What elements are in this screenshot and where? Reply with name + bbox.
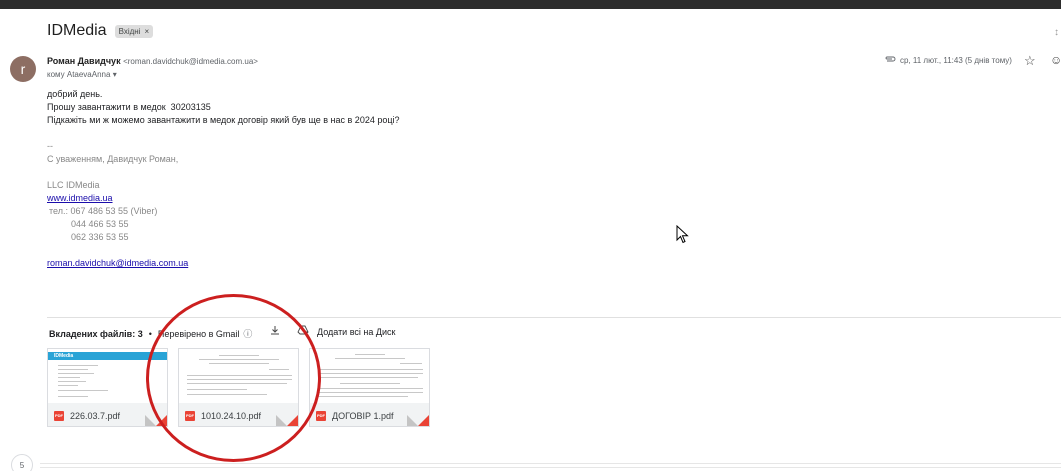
- expand-icon[interactable]: ↕: [1054, 27, 1059, 38]
- sender-line: Роман Давидчук <roman.davidchuk@idmedia.…: [47, 56, 258, 66]
- thumb-text-line: [355, 354, 385, 355]
- thumb-text-line: [58, 390, 108, 391]
- thumb-text-line: [340, 383, 400, 384]
- body-line: добрий день.: [47, 89, 103, 99]
- signature-phone: 062 336 53 55: [71, 232, 129, 242]
- pdf-icon: PDF: [316, 410, 326, 421]
- attachment-tile[interactable]: PDF ДОГОВІР 1.pdf: [309, 348, 430, 427]
- subject-row: IDMedia Вхідні ×: [47, 22, 154, 40]
- attachment-filename: 226.03.7.pdf: [70, 410, 121, 421]
- corner-fold: [145, 415, 156, 426]
- pdf-icon: PDF: [54, 410, 64, 421]
- thread-divider: [40, 467, 1061, 468]
- attachments-count: Вкладених файлів: 3: [49, 328, 143, 339]
- inbox-label-text: Вхідні: [118, 26, 141, 36]
- thumb-text-line: [318, 392, 423, 393]
- remove-label-icon[interactable]: ×: [144, 27, 149, 36]
- corner-fold: [407, 415, 418, 426]
- sender-name[interactable]: Роман Давидчук: [47, 56, 121, 66]
- recipient-line[interactable]: кому AtaevaAnna ▾: [47, 70, 117, 79]
- window-top-bar: [0, 0, 1061, 9]
- sender-email: <roman.davidchuk@idmedia.com.ua>: [123, 57, 258, 66]
- recipient-text: кому AtaevaAnna: [47, 70, 111, 79]
- star-icon[interactable]: ☆: [1024, 53, 1036, 69]
- annotation-circle: [146, 294, 321, 462]
- inbox-label-chip[interactable]: Вхідні ×: [114, 24, 154, 38]
- emoji-icon[interactable]: ☺: [1050, 53, 1061, 67]
- body-line: Прошу завантажити в медок 30203135: [47, 102, 211, 112]
- message-meta: ср, 11 лют., 11:43 (5 днів тому): [884, 55, 1012, 66]
- thumb-text-line: [58, 365, 98, 366]
- thread-divider: [40, 463, 1061, 464]
- signature-phone: тел.: 067 486 53 55 (Viber): [49, 206, 158, 216]
- thumb-text-line: [335, 358, 405, 359]
- message-date: ср, 11 лют., 11:43 (5 днів тому): [900, 56, 1012, 65]
- corner-flag: [418, 415, 429, 426]
- thumb-text-line: [58, 381, 86, 382]
- mouse-cursor-icon: [676, 224, 690, 250]
- separator-dot: •: [148, 328, 152, 339]
- thumb-text-line: [400, 363, 422, 364]
- paperclip-icon: [884, 55, 896, 66]
- chevron-down-icon[interactable]: ▾: [113, 70, 117, 79]
- thumb-text-line: [58, 385, 78, 386]
- thumb-text-line: [318, 373, 423, 374]
- thumb-text-line: [58, 373, 94, 374]
- thumb-text-line: [58, 377, 80, 378]
- attachment-thumbnail: [310, 349, 429, 403]
- signature-separator: --: [47, 141, 53, 151]
- signature-phone: 044 466 53 55: [71, 219, 129, 229]
- thumb-logo: IDMedia: [54, 353, 74, 359]
- thumb-text-line: [58, 369, 88, 370]
- signature-company: LLC IDMedia: [47, 180, 100, 190]
- thumb-text-line: [58, 396, 88, 397]
- thumb-text-line: [318, 369, 423, 370]
- add-all-to-drive-button[interactable]: Додати всі на Диск: [317, 327, 395, 337]
- thumb-text-line: [318, 396, 408, 397]
- signature-greeting: С уваженням, Давидчук Роман,: [47, 154, 179, 164]
- collapsed-messages-count[interactable]: 5: [11, 454, 33, 471]
- avatar[interactable]: r: [10, 56, 36, 82]
- body-line: Підкажіть ми ж можемо завантажити в медо…: [47, 115, 400, 125]
- email-subject: IDMedia: [47, 22, 107, 39]
- attachment-filename: ДОГОВІР 1.pdf: [332, 410, 394, 421]
- message-body: добрий день. Прошу завантажити в медок 3…: [47, 88, 400, 270]
- email-link[interactable]: roman.davidchuk@idmedia.com.ua: [47, 258, 188, 268]
- thumb-text-line: [318, 388, 423, 389]
- thumb-text-line: [318, 377, 418, 378]
- website-link[interactable]: www.idmedia.ua: [47, 193, 113, 203]
